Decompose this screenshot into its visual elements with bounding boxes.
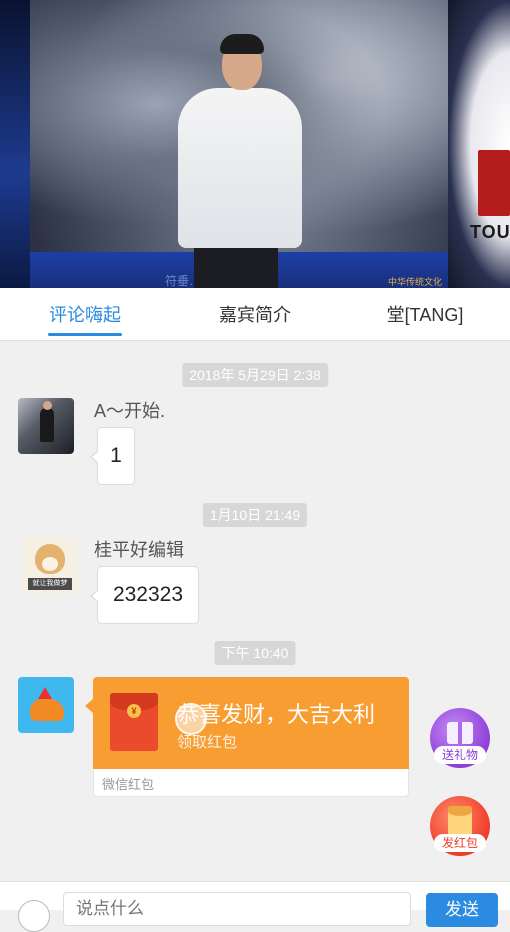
username: A～开始. <box>94 401 166 421</box>
doge-icon <box>35 544 65 574</box>
comment-input[interactable] <box>63 892 411 926</box>
logo-wall <box>448 0 510 288</box>
send-button[interactable]: 发送 <box>426 893 498 927</box>
red-envelope-icon: ¥ <box>110 693 158 751</box>
live-video[interactable]: 符垂… 落修复 中华传统文化 TOU <box>0 0 510 288</box>
elephant-icon <box>30 699 64 721</box>
speaker-figure <box>170 30 310 288</box>
username: 桂平好编辑 <box>94 540 184 560</box>
tab-label: 评论嗨起 <box>49 305 121 325</box>
message-bubble[interactable]: 232323 <box>90 566 199 624</box>
message-text: 1 <box>110 444 122 467</box>
message-text: 232323 <box>112 583 184 606</box>
person-icon <box>40 401 54 442</box>
tab-tang[interactable]: 堂[TANG] <box>340 288 510 340</box>
gift-icon <box>447 722 473 744</box>
santa-hat-icon <box>38 687 52 699</box>
red-packet-footer-label: 微信红包 <box>102 777 155 792</box>
send-gift-button[interactable]: 送礼物 <box>430 708 490 768</box>
screen-caption-right: 中华传统文化 <box>388 277 443 287</box>
red-packet-greeting: 恭喜发财，大吉大利 <box>177 702 376 727</box>
user-avatar[interactable] <box>18 677 74 733</box>
emoji-button[interactable] <box>18 900 50 932</box>
chat-list[interactable]: 2018年 5月29日 2:38 A～开始. 1 1月10日 21:49 就让我… <box>0 341 510 881</box>
tab-guest-intro[interactable]: 嘉宾简介 <box>170 288 340 340</box>
user-avatar[interactable]: 就让我做梦 <box>22 538 78 594</box>
send-gift-label: 送礼物 <box>434 746 486 764</box>
tab-comments[interactable]: 评论嗨起 <box>0 288 170 340</box>
red-packet-icon <box>448 806 472 836</box>
active-tab-indicator <box>48 333 122 336</box>
logo-mark <box>478 150 510 216</box>
send-red-packet-button[interactable]: 发红包 <box>430 796 490 856</box>
input-bar: 发送 <box>0 881 510 932</box>
timestamp: 2018年 5月29日 2:38 <box>182 363 328 387</box>
logo-text: TOU <box>470 222 510 242</box>
tab-label: 嘉宾简介 <box>219 305 291 325</box>
message-bubble[interactable]: 1 <box>90 427 135 485</box>
timestamp: 1月10日 21:49 <box>202 503 308 527</box>
stage-light <box>0 0 30 288</box>
red-packet-footer: 微信红包 <box>93 769 409 797</box>
avatar-caption: 就让我做梦 <box>28 578 72 590</box>
tab-label: 堂[TANG] <box>386 305 464 325</box>
timestamp: 下午 10:40 <box>214 641 296 665</box>
coin-icon: ¥ <box>127 704 141 718</box>
touch-indicator <box>175 703 207 735</box>
send-red-packet-label: 发红包 <box>434 834 486 852</box>
tab-bar: 评论嗨起 嘉宾简介 堂[TANG] <box>0 288 510 341</box>
user-avatar[interactable] <box>18 398 74 454</box>
red-packet-message[interactable]: ¥ 恭喜发财，大吉大利 领取红包 微信红包 <box>85 677 409 797</box>
